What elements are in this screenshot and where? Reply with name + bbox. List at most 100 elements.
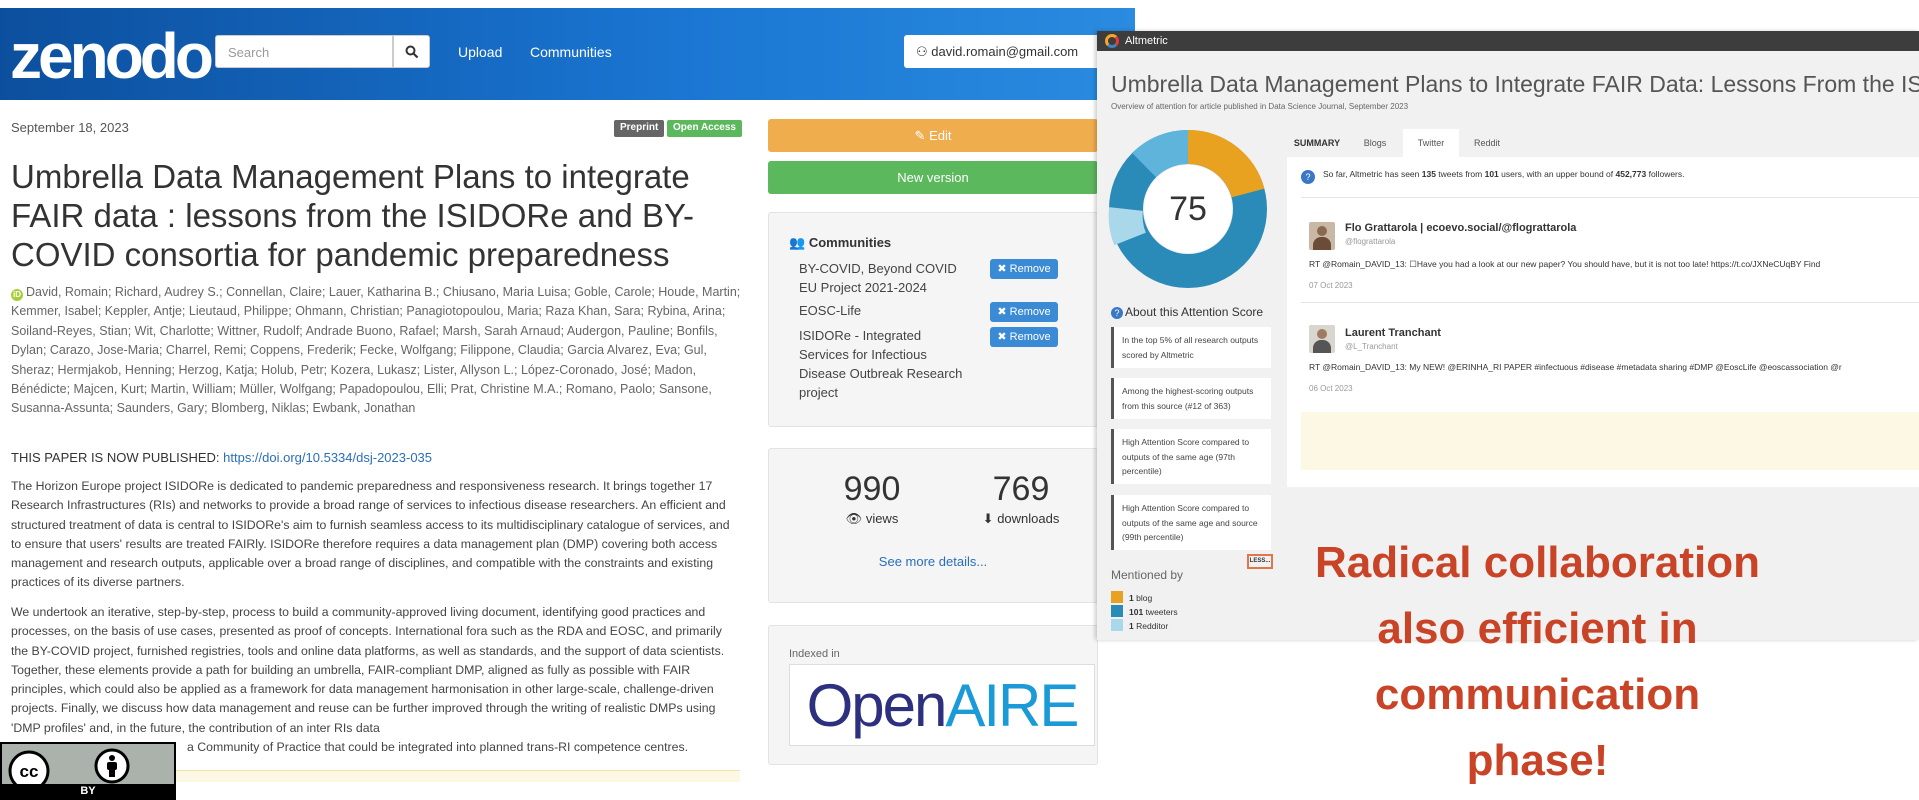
altmetric-topbar: Altmetric: [1097, 31, 1919, 51]
mention-blog[interactable]: 1 blog: [1111, 591, 1152, 603]
downloads-count: 769: [992, 470, 1050, 508]
notice-strip: [1301, 412, 1919, 470]
nav-communities[interactable]: Communities: [530, 44, 612, 60]
users-icon: 👥: [789, 235, 806, 250]
help-icon: ?: [1301, 170, 1315, 184]
close-icon: ✖: [997, 331, 1007, 343]
search-icon: [405, 45, 419, 59]
user-menu[interactable]: ⚇ david.romain@gmail.com: [904, 35, 1100, 68]
caption-line: communication: [1374, 670, 1701, 719]
edit-icon: ✎: [914, 128, 926, 143]
nav-upload[interactable]: Upload: [458, 44, 502, 60]
tweet-text: RT @Romain_DAVID_13: My NEW! @ERINHA_RI …: [1309, 362, 1842, 372]
authors-text[interactable]: David, Romain; Richard, Audrey S.; Conne…: [11, 285, 740, 415]
tweet-date: 07 Oct 2023: [1309, 281, 1353, 290]
mentioned-by-heading: Mentioned by: [1111, 568, 1184, 582]
tweet-date: 06 Oct 2023: [1309, 384, 1353, 393]
about-attention-score[interactable]: ? About this Attention Score: [1111, 305, 1263, 319]
avatar[interactable]: [1309, 325, 1335, 353]
views-label: views: [865, 511, 899, 526]
downloads-stat: 769 ⬇ downloads: [966, 469, 1076, 527]
edit-button[interactable]: ✎ Edit: [768, 119, 1098, 152]
tweet-handle: @L_Tranchant: [1345, 342, 1398, 351]
communities-heading: 👥 Communities: [789, 235, 892, 250]
search-button[interactable]: [393, 35, 430, 68]
download-icon: ⬇: [982, 511, 994, 526]
twitter-swatch: [1111, 605, 1123, 617]
blog-swatch: [1111, 591, 1123, 603]
doi-link[interactable]: https://doi.org/10.5334/dsj-2023-035: [223, 450, 432, 465]
tab-twitter[interactable]: Twitter: [1403, 129, 1459, 157]
abstract-paragraph-2-text: We undertook an iterative, step-by-step,…: [11, 605, 725, 735]
orcid-icon: iD: [11, 289, 23, 301]
abstract-paragraph-1: The Horizon Europe project ISIDORe is de…: [11, 479, 730, 590]
abstract-paragraph-2: We undertook an iterative, step-by-step,…: [11, 603, 741, 757]
cc-by-label: BY: [2, 784, 174, 798]
caption-line: phase!: [1466, 736, 1609, 785]
zenodo-logo[interactable]: zenodo: [10, 16, 214, 96]
user-email: david.romain@gmail.com: [931, 44, 1079, 59]
fact-box: High Attention Score compared to outputs…: [1111, 429, 1271, 484]
twitter-summary: ? So far, Altmetric has seen 135 tweets f…: [1301, 169, 1685, 184]
svg-text:cc: cc: [20, 762, 39, 781]
caption-line: Radical collaboration: [1315, 538, 1760, 587]
help-icon: ?: [1111, 307, 1123, 319]
open-access-badge: Open Access: [667, 120, 742, 137]
tab-summary[interactable]: SUMMARY: [1287, 129, 1347, 157]
slide-caption: Radical collaboration also efficient in …: [1240, 530, 1835, 794]
tab-reddit[interactable]: Reddit: [1461, 129, 1513, 157]
remove-community-button[interactable]: ✖ Remove: [990, 259, 1058, 279]
views-stat: 990 👁 views: [817, 469, 927, 527]
community-eosc-life[interactable]: EOSC-Life: [799, 301, 969, 320]
indexed-in-label: Indexed in: [789, 648, 840, 660]
tab-blogs[interactable]: Blogs: [1349, 129, 1401, 157]
indexed-panel: Indexed in OpenAIRE: [768, 625, 1098, 765]
close-icon: ✖: [997, 263, 1007, 275]
eye-icon: 👁: [845, 511, 863, 526]
altmetric-article-title: Umbrella Data Management Plans to Integr…: [1111, 71, 1919, 97]
publication-date: September 18, 2023: [11, 120, 129, 135]
published-notice: THIS PAPER IS NOW PUBLISHED: https://doi…: [11, 450, 432, 465]
tweet-author[interactable]: Laurent Tranchant: [1345, 327, 1441, 339]
user-icon: ⚇: [916, 44, 928, 59]
tweet-author[interactable]: Flo Grattarola | ecoevo.social/@flogratt…: [1345, 222, 1576, 234]
divider: [1301, 197, 1919, 198]
mention-redditor[interactable]: 1 Redditor: [1111, 619, 1168, 631]
altmetric-app-name: Altmetric: [1125, 35, 1168, 47]
mention-tweeters[interactable]: 101 tweeters: [1111, 605, 1178, 617]
tweet-text: RT @Romain_DAVID_13: ☐Have you had a loo…: [1309, 259, 1821, 269]
downloads-label: downloads: [997, 511, 1060, 526]
caption-line: also efficient in: [1377, 604, 1698, 653]
author-list: iD David, Romain; Richard, Audrey S.; Con…: [11, 283, 741, 419]
fact-box: Among the highest-scoring outputs from t…: [1111, 378, 1271, 419]
openaire-logo[interactable]: OpenAIRE: [789, 664, 1095, 746]
stats-panel: 990 👁 views 769 ⬇ downloads See more det…: [768, 448, 1098, 603]
search-input[interactable]: Search: [215, 35, 393, 68]
avatar[interactable]: [1309, 222, 1335, 250]
remove-community-button[interactable]: ✖ Remove: [990, 302, 1058, 322]
attention-score: 75: [1169, 190, 1207, 228]
tweet-handle: @flograttarola: [1345, 237, 1396, 246]
community-isidore[interactable]: ISIDORe - Integrated Services for Infect…: [799, 326, 969, 402]
communities-panel: 👥 Communities BY-COVID, Beyond COVID EU …: [768, 212, 1098, 427]
community-by-covid[interactable]: BY-COVID, Beyond COVID EU Project 2021-2…: [799, 259, 969, 297]
published-prefix: THIS PAPER IS NOW PUBLISHED:: [11, 450, 224, 465]
fact-box: In the top 5% of all research outputs sc…: [1111, 327, 1271, 368]
zenodo-header: zenodo Search Upload Communities ⚇ david…: [0, 8, 1135, 100]
attribution-icon: [94, 748, 130, 784]
preprint-badge: Preprint: [614, 120, 665, 137]
record-title: Umbrella Data Management Plans to integr…: [11, 158, 694, 273]
cc-by-license-badge: cc BY: [0, 742, 176, 800]
views-count: 990: [843, 470, 901, 508]
divider: [1301, 302, 1919, 303]
new-version-button[interactable]: New version: [768, 161, 1098, 194]
remove-community-button[interactable]: ✖ Remove: [990, 327, 1058, 347]
zenodo-record-page: zenodo Search Upload Communities ⚇ david…: [0, 0, 1135, 800]
reddit-swatch: [1111, 619, 1123, 631]
close-icon: ✖: [997, 306, 1007, 318]
edit-label: Edit: [929, 128, 952, 143]
twitter-feed: ? So far, Altmetric has seen 135 tweets f…: [1287, 157, 1919, 487]
altmetric-subtitle: Overview of attention for article publis…: [1111, 102, 1409, 111]
altmetric-logo-icon: [1105, 34, 1119, 48]
see-more-details-link[interactable]: See more details...: [769, 554, 1097, 569]
